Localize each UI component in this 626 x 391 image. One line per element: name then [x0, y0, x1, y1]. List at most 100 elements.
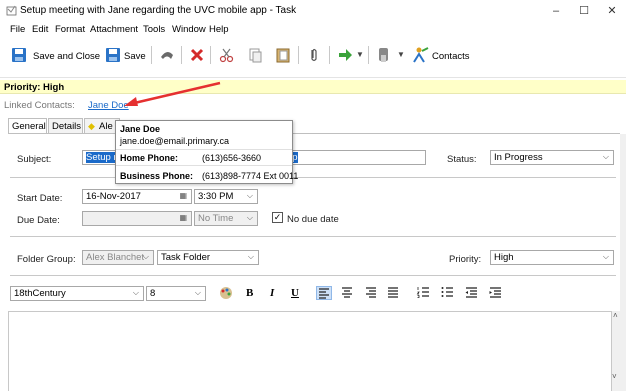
section-divider — [10, 275, 616, 276]
recurrence-icon[interactable] — [158, 46, 176, 64]
folder-value: Task Folder — [161, 252, 211, 263]
calendar-icon[interactable]: ▦ — [179, 213, 187, 222]
status-select[interactable]: In Progress ⌵ — [490, 150, 614, 165]
italic-button[interactable]: I — [270, 287, 274, 299]
align-center-icon[interactable] — [340, 286, 356, 300]
tooltip-contact-name: Jane Doe — [120, 124, 161, 134]
task-app-icon — [6, 5, 17, 16]
tooltip-business-label: Business Phone: — [120, 171, 194, 181]
section-divider — [10, 177, 616, 178]
maximize-button[interactable]: ☐ — [576, 3, 592, 19]
forward-arrow-icon[interactable] — [336, 46, 354, 64]
align-right-icon[interactable] — [364, 286, 380, 300]
menu-help[interactable]: Help — [209, 24, 229, 35]
underline-button[interactable]: U — [291, 287, 299, 299]
align-left-icon[interactable] — [316, 286, 332, 300]
indent-icon[interactable] — [488, 286, 504, 300]
tab-details[interactable]: Details — [48, 118, 83, 133]
bold-button[interactable]: B — [246, 287, 253, 299]
menu-edit[interactable]: Edit — [32, 24, 48, 35]
font-value: 18thCentury — [14, 288, 66, 299]
window-title: Setup meeting with Jane regarding the UV… — [20, 5, 297, 16]
chevron-down-icon: ⌵ — [132, 288, 139, 297]
chevron-down-icon: ⌵ — [246, 191, 253, 200]
start-time-select[interactable]: 3:30 PM ⌵ — [194, 189, 258, 204]
toolbar-separator — [210, 46, 211, 64]
no-due-date-checkbox[interactable]: ✓ — [272, 212, 283, 223]
tab-general[interactable]: General — [8, 118, 47, 133]
due-time-select[interactable]: No Time ⌵ — [194, 211, 258, 226]
folder-group-select[interactable]: Alex Blanchet ⌵ — [82, 250, 154, 265]
bullet-list-icon[interactable] — [440, 286, 456, 300]
color-palette-icon[interactable] — [218, 286, 234, 300]
chevron-down-icon[interactable]: ▼ — [397, 50, 405, 59]
save-button[interactable]: Save — [124, 51, 146, 62]
no-due-date-label: No due date — [287, 214, 339, 225]
menu-tools[interactable]: Tools — [143, 24, 165, 35]
minimize-button[interactable]: – — [548, 3, 564, 19]
toolbar-separator — [368, 46, 369, 64]
close-button[interactable]: ✕ — [604, 3, 620, 19]
start-time-value: 3:30 PM — [198, 191, 234, 202]
chevron-down-icon: ⌵ — [194, 288, 201, 297]
contacts-icon — [411, 46, 431, 64]
due-date-label: Due Date: — [17, 215, 60, 226]
status-value: In Progress — [494, 152, 543, 163]
priority-select[interactable]: High ⌵ — [490, 250, 614, 265]
attach-icon[interactable] — [305, 46, 323, 64]
folder-group-value: Alex Blanchet — [86, 252, 145, 263]
toolbar-separator — [298, 46, 299, 64]
font-select[interactable]: 18thCentury ⌵ — [10, 286, 144, 301]
link-icon[interactable] — [375, 46, 393, 64]
tooltip-home-value: (613)656-3660 — [202, 153, 262, 163]
menu-format[interactable]: Format — [55, 24, 85, 35]
delete-icon[interactable] — [188, 46, 206, 64]
toolbar-separator — [181, 46, 182, 64]
scroll-down-icon[interactable]: ˅ — [612, 372, 617, 381]
start-date-input[interactable]: 16-Nov-2017 ▦ — [82, 189, 192, 204]
chevron-down-icon: ⌵ — [602, 252, 609, 261]
subject-label: Subject: — [17, 154, 52, 165]
red-arrow-annotation — [120, 80, 225, 108]
contacts-button[interactable]: Contacts — [432, 51, 470, 62]
tooltip-home-label: Home Phone: — [120, 153, 179, 163]
notes-editor[interactable] — [8, 311, 612, 391]
folder-group-label: Folder Group: — [17, 254, 76, 265]
copy-icon[interactable] — [246, 46, 264, 64]
save-close-icon — [10, 46, 28, 64]
chevron-down-icon: ⌵ — [142, 252, 149, 261]
start-date-value: 16-Nov-2017 — [86, 191, 141, 202]
chevron-down-icon[interactable]: ▼ — [356, 50, 364, 59]
contact-tooltip: Jane Doe jane.doe@email.primary.ca Home … — [115, 120, 298, 184]
tab-panel-border — [8, 133, 620, 134]
linked-contacts-label: Linked Contacts: — [4, 100, 75, 111]
due-time-value: No Time — [198, 213, 234, 224]
menu-window[interactable]: Window — [172, 24, 206, 35]
alert-icon: ◆ — [88, 121, 95, 131]
status-label: Status: — [447, 154, 477, 165]
menu-attachment[interactable]: Attachment — [90, 24, 138, 35]
font-size-value: 8 — [150, 288, 156, 299]
cut-icon[interactable] — [218, 46, 236, 64]
outdent-icon[interactable] — [464, 286, 480, 300]
chevron-down-icon: ⌵ — [602, 152, 609, 161]
menu-file[interactable]: File — [10, 24, 25, 35]
scroll-up-icon[interactable]: ˄ — [613, 311, 618, 320]
tab-alerts-label: Ale — [99, 121, 113, 132]
justify-icon[interactable] — [386, 286, 402, 300]
priority-value: High — [494, 252, 514, 263]
priority-info-bar — [0, 80, 626, 94]
paste-icon[interactable] — [274, 46, 292, 64]
toolbar-separator — [151, 46, 152, 64]
priority-label: Priority: — [449, 254, 482, 265]
form-scrollbar[interactable] — [620, 134, 626, 391]
due-date-input[interactable]: ▦ — [82, 211, 192, 226]
calendar-icon[interactable]: ▦ — [179, 191, 187, 200]
tooltip-email: jane.doe@email.primary.ca — [120, 136, 230, 146]
tooltip-business-value: (613)898-7774 Ext 0011 — [202, 171, 299, 181]
start-date-label: Start Date: — [17, 193, 63, 204]
font-size-select[interactable]: 8 ⌵ — [146, 286, 206, 301]
folder-select[interactable]: Task Folder ⌵ — [157, 250, 259, 265]
numbered-list-icon[interactable] — [416, 286, 432, 300]
save-and-close-button[interactable]: Save and Close — [33, 51, 100, 62]
